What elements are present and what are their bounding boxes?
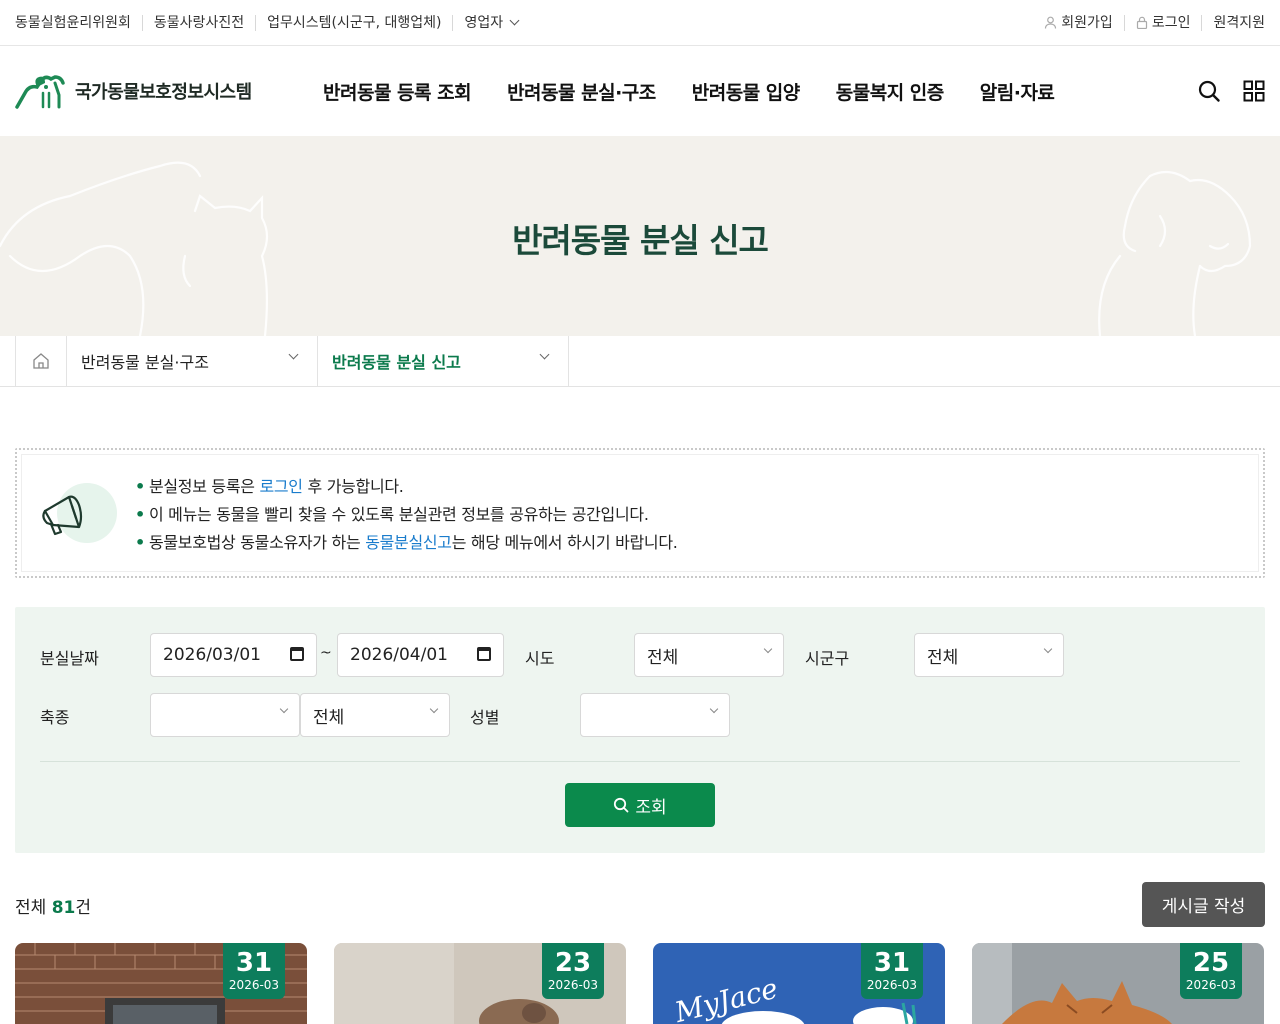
breadcrumb-level1-label: 반려동물 분실·구조 xyxy=(81,353,209,372)
breed-select[interactable]: 전체 xyxy=(300,693,450,737)
util-link-business-label: 영업자 xyxy=(464,14,504,31)
sigungu-select[interactable]: 전체 xyxy=(914,633,1064,677)
person-icon xyxy=(1045,16,1057,29)
gender-label: 성별 xyxy=(470,708,500,727)
breadcrumb: 반려동물 분실·구조 반려동물 분실 신고 xyxy=(0,336,1280,387)
breadcrumb-level1-select[interactable]: 반려동물 분실·구조 xyxy=(67,336,318,386)
calendar-icon xyxy=(290,647,304,661)
date-year-month: 2026-03 xyxy=(1185,978,1237,992)
chevron-down-icon xyxy=(279,704,289,714)
nav-lost-rescue[interactable]: 반려동물 분실·구조 xyxy=(489,78,674,105)
notice-line-3: • 동물보호법상 동물소유자가 하는 동물분실신고는 해당 메뉴에서 하시기 바랍… xyxy=(135,533,678,552)
chevron-down-icon xyxy=(709,704,719,714)
date-badge: 31 2026-03 xyxy=(223,943,285,999)
chevron-down-icon xyxy=(429,704,439,714)
breadcrumb-level2-label: 반려동물 분실 신고 xyxy=(332,353,461,372)
sigungu-label: 시군구 xyxy=(805,649,850,668)
notice-lost-report-link[interactable]: 동물분실신고 xyxy=(365,533,452,552)
nav-adoption[interactable]: 반려동물 입양 xyxy=(674,78,818,105)
total-count: 전체 81건 xyxy=(15,893,91,918)
date-day: 31 xyxy=(873,948,911,978)
species-select[interactable] xyxy=(150,693,300,737)
lost-pet-card[interactable]: 31 2026-03 xyxy=(15,943,307,1024)
date-day: 31 xyxy=(235,948,273,978)
nav-notices-resources[interactable]: 알림·자료 xyxy=(962,78,1073,105)
lost-pet-card[interactable]: 25 2026-03 xyxy=(972,943,1264,1024)
lost-pet-card[interactable]: 23 2026-03 xyxy=(334,943,626,1024)
signup-label: 회원가입 xyxy=(1061,14,1113,31)
util-link-business-dropdown[interactable]: 영업자 xyxy=(453,15,529,31)
site-header: 국가동물보호정보시스템 반려동물 등록 조회 반려동물 분실·구조 반려동물 입… xyxy=(0,46,1280,136)
search-divider xyxy=(40,761,1240,762)
main-nav: 반려동물 등록 조회 반려동물 분실·구조 반려동물 입양 동물복지 인증 알림… xyxy=(323,78,1072,105)
date-year-month: 2026-03 xyxy=(866,978,918,992)
sido-select[interactable]: 전체 xyxy=(634,633,784,677)
date-to-value: 2026/04/01 xyxy=(350,645,448,665)
write-post-button[interactable]: 게시글 작성 xyxy=(1142,882,1265,927)
remote-support-link[interactable]: 원격지원 xyxy=(1202,15,1265,31)
site-logo[interactable]: 국가동물보호정보시스템 xyxy=(15,73,305,109)
sido-value: 전체 xyxy=(647,647,679,668)
notice-line-1: • 분실정보 등록은 로그인 후 가능합니다. xyxy=(135,477,404,496)
page-title: 반려동물 분실 신고 xyxy=(512,221,769,260)
login-link[interactable]: 로그인 xyxy=(1125,14,1203,31)
util-link-work-system[interactable]: 업무시스템(시군구, 대행업체) xyxy=(256,14,454,31)
chevron-down-icon xyxy=(763,644,773,654)
date-to-input[interactable]: 2026/04/01 xyxy=(337,633,504,677)
home-icon xyxy=(33,353,49,369)
date-day: 23 xyxy=(554,948,592,978)
nav-welfare-certification[interactable]: 동물복지 인증 xyxy=(818,78,962,105)
breadcrumb-level2-select[interactable]: 반려동물 분실 신고 xyxy=(318,336,569,386)
date-range-separator: ~ xyxy=(320,645,332,661)
date-year-month: 2026-03 xyxy=(547,978,599,992)
page-hero: 반려동물 분실 신고 xyxy=(0,136,1280,336)
search-button[interactable]: 조회 xyxy=(565,783,715,827)
chevron-down-icon xyxy=(288,349,299,360)
sitemap-grid-icon[interactable] xyxy=(1243,80,1265,102)
calendar-icon xyxy=(477,647,491,661)
total-number: 81 xyxy=(51,898,76,918)
chevron-down-icon xyxy=(1043,644,1053,654)
notice-line-2: • 이 메뉴는 동물을 빨리 찾을 수 있도록 분실관련 정보를 공유하는 공간입… xyxy=(135,505,649,524)
header-tools xyxy=(1197,79,1265,103)
logo-text: 국가동물보호정보시스템 xyxy=(75,82,252,103)
util-link-photo-contest[interactable]: 동물사랑사진전 xyxy=(143,14,257,31)
lock-icon xyxy=(1136,16,1147,29)
notice-list: • 분실정보 등록은 로그인 후 가능합니다. • 이 메뉴는 동물을 빨리 찾을 … xyxy=(135,476,678,560)
util-link-ethics[interactable]: 동물실험윤리위원회 xyxy=(15,14,143,31)
species-label: 축종 xyxy=(40,708,70,727)
search-button-label: 조회 xyxy=(635,797,667,818)
total-suffix: 건 xyxy=(75,898,91,918)
sigungu-value: 전체 xyxy=(927,647,959,668)
signup-link[interactable]: 회원가입 xyxy=(1033,14,1125,31)
nav-registration-lookup[interactable]: 반려동물 등록 조회 xyxy=(323,78,489,105)
chevron-down-icon xyxy=(509,15,520,26)
logo-pets-icon xyxy=(15,75,65,109)
search-panel: 분실날짜 2026/03/01 ~ 2026/04/01 시도 전체 시군구 전… xyxy=(15,607,1265,853)
utility-links-right: 회원가입 로그인 원격지원 xyxy=(1033,14,1265,31)
sido-label: 시도 xyxy=(525,649,555,668)
notice-box: • 분실정보 등록은 로그인 후 가능합니다. • 이 메뉴는 동물을 빨리 찾을 … xyxy=(15,448,1265,578)
date-year-month: 2026-03 xyxy=(228,978,280,992)
gender-select[interactable] xyxy=(580,693,730,737)
lost-date-label: 분실날짜 xyxy=(40,649,99,668)
breadcrumb-home[interactable] xyxy=(15,336,67,386)
chevron-down-icon xyxy=(539,349,550,360)
date-badge: 31 2026-03 xyxy=(861,943,923,999)
utility-links-left: 동물실험윤리위원회 동물사랑사진전 업무시스템(시군구, 대행업체) 영업자 xyxy=(15,14,529,31)
date-badge: 25 2026-03 xyxy=(1180,943,1242,999)
search-icon[interactable] xyxy=(1197,79,1221,103)
date-from-input[interactable]: 2026/03/01 xyxy=(150,633,317,677)
date-from-value: 2026/03/01 xyxy=(163,645,261,665)
date-day: 25 xyxy=(1192,948,1230,978)
lost-pet-card[interactable]: MyJace 31 2026-03 xyxy=(653,943,945,1024)
total-prefix: 전체 xyxy=(15,898,47,918)
login-label: 로그인 xyxy=(1151,14,1191,31)
breed-value: 전체 xyxy=(313,707,345,728)
notice-login-link[interactable]: 로그인 xyxy=(259,477,303,496)
search-icon xyxy=(614,797,629,813)
date-badge: 23 2026-03 xyxy=(542,943,604,999)
megaphone-icon xyxy=(39,483,117,543)
utility-bar: 동물실험윤리위원회 동물사랑사진전 업무시스템(시군구, 대행업체) 영업자 회… xyxy=(0,0,1280,46)
